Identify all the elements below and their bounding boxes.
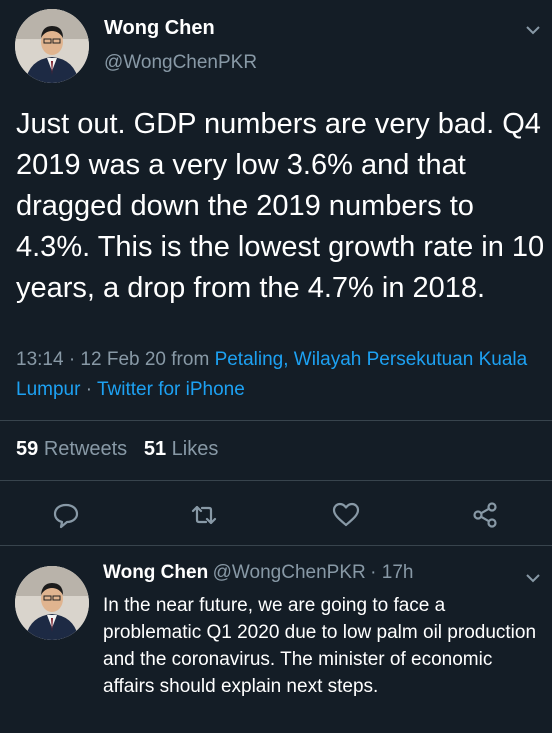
likes-label: Likes	[171, 438, 219, 460]
author-name[interactable]: Wong Chen	[104, 17, 215, 40]
chevron-down-icon[interactable]	[525, 570, 541, 586]
reply-author-name[interactable]: Wong Chen	[103, 562, 208, 583]
author-avatar[interactable]	[15, 9, 89, 83]
reply-author-handle[interactable]: @WongChenPKR	[213, 562, 366, 583]
divider	[0, 545, 552, 546]
tweet-text: Just out. GDP numbers are very bad. Q4 2…	[16, 108, 545, 304]
tweet-time: 13:14 · 12 Feb 20 from	[16, 349, 215, 370]
likes-count: 51	[143, 438, 167, 460]
tweet-source-link[interactable]: Twitter for iPhone	[97, 379, 245, 400]
chevron-down-icon[interactable]	[525, 22, 541, 38]
divider	[0, 420, 552, 421]
like-icon[interactable]	[331, 500, 361, 530]
retweet-icon[interactable]	[189, 500, 219, 530]
tweet-meta: 13:14 · 12 Feb 20 from Petaling, Wilayah…	[16, 345, 546, 405]
reply-timestamp: · 17h	[370, 562, 414, 583]
divider	[0, 480, 552, 481]
tweet-stats: 59 Retweets 51 Likes	[16, 438, 218, 461]
author-handle[interactable]: @WongChenPKR	[104, 52, 257, 74]
reply-text: In the near future, we are going to face…	[103, 595, 537, 697]
reply-header: Wong Chen @WongChenPKR · 17h	[103, 562, 413, 584]
reply-author-avatar[interactable]	[15, 566, 89, 640]
retweets-count: 59	[16, 438, 39, 460]
reply-icon[interactable]	[51, 500, 81, 530]
likes-stat[interactable]: 51 Likes	[144, 438, 219, 460]
source-separator: ·	[80, 379, 97, 400]
retweets-stat[interactable]: 59 Retweets	[16, 438, 127, 460]
retweets-label: Retweets	[43, 438, 128, 460]
share-icon[interactable]	[470, 500, 500, 530]
